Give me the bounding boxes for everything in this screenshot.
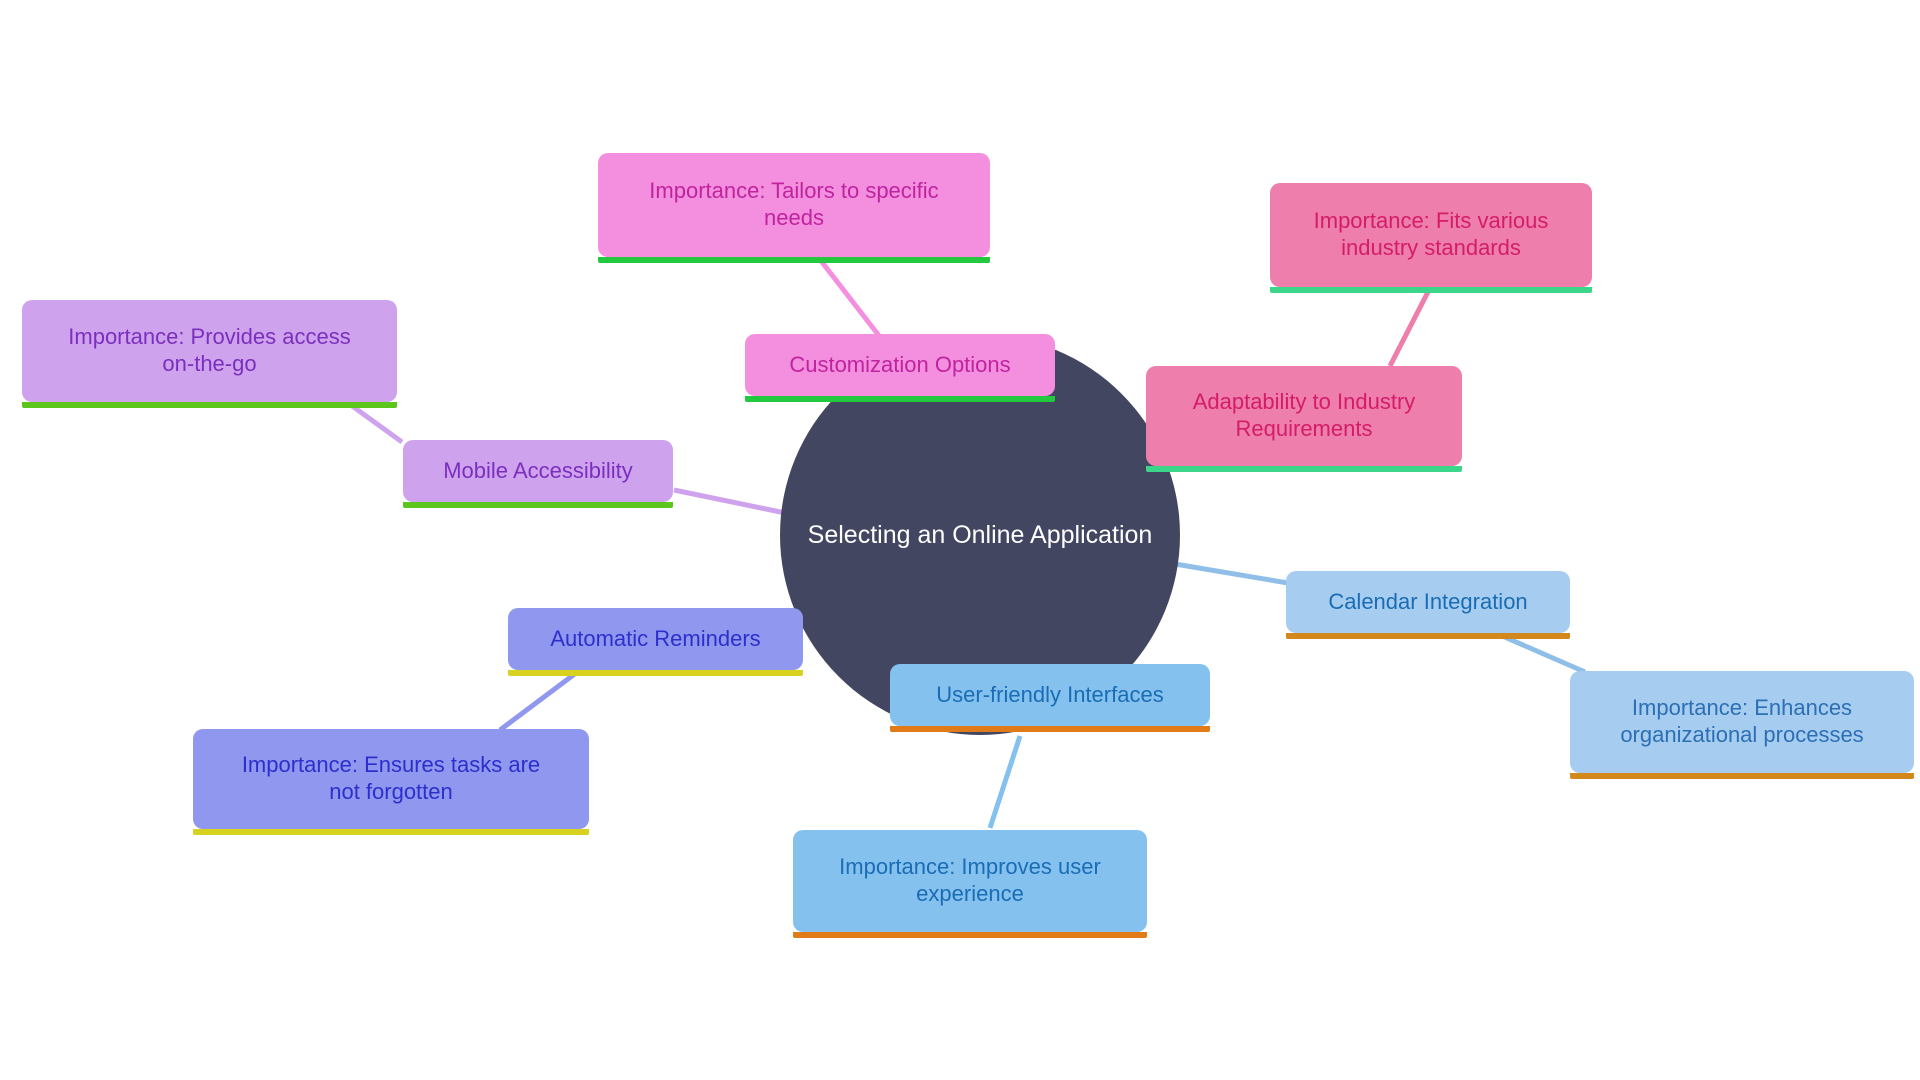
- node-label-importance-tasks-not-forgotten: Importance: Ensures tasks are not forgot…: [241, 752, 541, 804]
- node-underline-importance-tailors: [598, 257, 990, 263]
- node-label-calendar-integration: Calendar Integration: [1328, 588, 1528, 614]
- node-label-importance-access-onthego: Importance: Provides access on-the-go: [68, 324, 351, 376]
- node-label-importance-improves-ux: Importance: Improves user experience: [839, 854, 1101, 906]
- node-importance-improves-ux[interactable]: Importance: Improves user experience: [793, 830, 1147, 938]
- node-underline-importance-improves-ux: [793, 932, 1147, 938]
- central-to-calendar: [1162, 559, 1289, 586]
- node-user-friendly-interfaces[interactable]: User-friendly Interfaces: [890, 664, 1210, 732]
- node-importance-tailors[interactable]: Importance: Tailors to specific needs: [598, 153, 990, 263]
- adaptability-to-fits: [1387, 286, 1433, 368]
- node-label-user-friendly-interfaces: User-friendly Interfaces: [936, 681, 1164, 707]
- node-underline-importance-tasks-not-forgotten: [193, 829, 589, 835]
- reminders-to-tasks: [498, 668, 582, 732]
- node-underline-adaptability-industry: [1146, 466, 1462, 472]
- node-customization-options[interactable]: Customization Options: [745, 334, 1055, 402]
- node-underline-automatic-reminders: [508, 670, 803, 676]
- node-importance-access-onthego[interactable]: Importance: Provides access on-the-go: [22, 300, 397, 408]
- node-automatic-reminders[interactable]: Automatic Reminders: [508, 608, 803, 676]
- node-mobile-accessibility[interactable]: Mobile Accessibility: [403, 440, 673, 508]
- node-importance-enhances-processes[interactable]: Importance: Enhances organizational proc…: [1570, 671, 1914, 779]
- calendar-to-enhances: [1499, 632, 1586, 675]
- node-label-mobile-accessibility: Mobile Accessibility: [443, 457, 633, 483]
- node-label-importance-enhances-processes: Importance: Enhances organizational proc…: [1620, 695, 1864, 747]
- node-adaptability-industry[interactable]: Adaptability to Industry Requirements: [1146, 366, 1462, 472]
- mindmap-canvas: Selecting an Online Application Customiz…: [0, 0, 1920, 1080]
- mobile-to-access: [346, 400, 404, 445]
- node-label-importance-tailors: Importance: Tailors to specific needs: [649, 178, 939, 230]
- node-label-importance-fits-standards: Importance: Fits various industry standa…: [1313, 208, 1549, 260]
- node-calendar-integration[interactable]: Calendar Integration: [1286, 571, 1570, 639]
- customization-to-tailors: [816, 255, 882, 339]
- node-underline-mobile-accessibility: [403, 502, 673, 508]
- central-node-label: Selecting an Online Application: [807, 520, 1153, 549]
- node-importance-tasks-not-forgotten[interactable]: Importance: Ensures tasks are not forgot…: [193, 729, 589, 835]
- node-label-adaptability-industry: Adaptability to Industry Requirements: [1192, 389, 1416, 441]
- userfriendly-to-improves: [987, 735, 1023, 829]
- node-label-customization-options: Customization Options: [789, 351, 1011, 377]
- node-underline-importance-fits-standards: [1270, 287, 1592, 293]
- node-underline-importance-access-onthego: [22, 402, 397, 408]
- node-label-automatic-reminders: Automatic Reminders: [550, 625, 761, 651]
- node-underline-customization-options: [745, 396, 1055, 402]
- node-importance-fits-standards[interactable]: Importance: Fits various industry standa…: [1270, 183, 1592, 293]
- central-to-mobile: [673, 487, 796, 518]
- node-underline-importance-enhances-processes: [1570, 773, 1914, 779]
- node-underline-user-friendly-interfaces: [890, 726, 1210, 732]
- node-underline-calendar-integration: [1286, 633, 1570, 639]
